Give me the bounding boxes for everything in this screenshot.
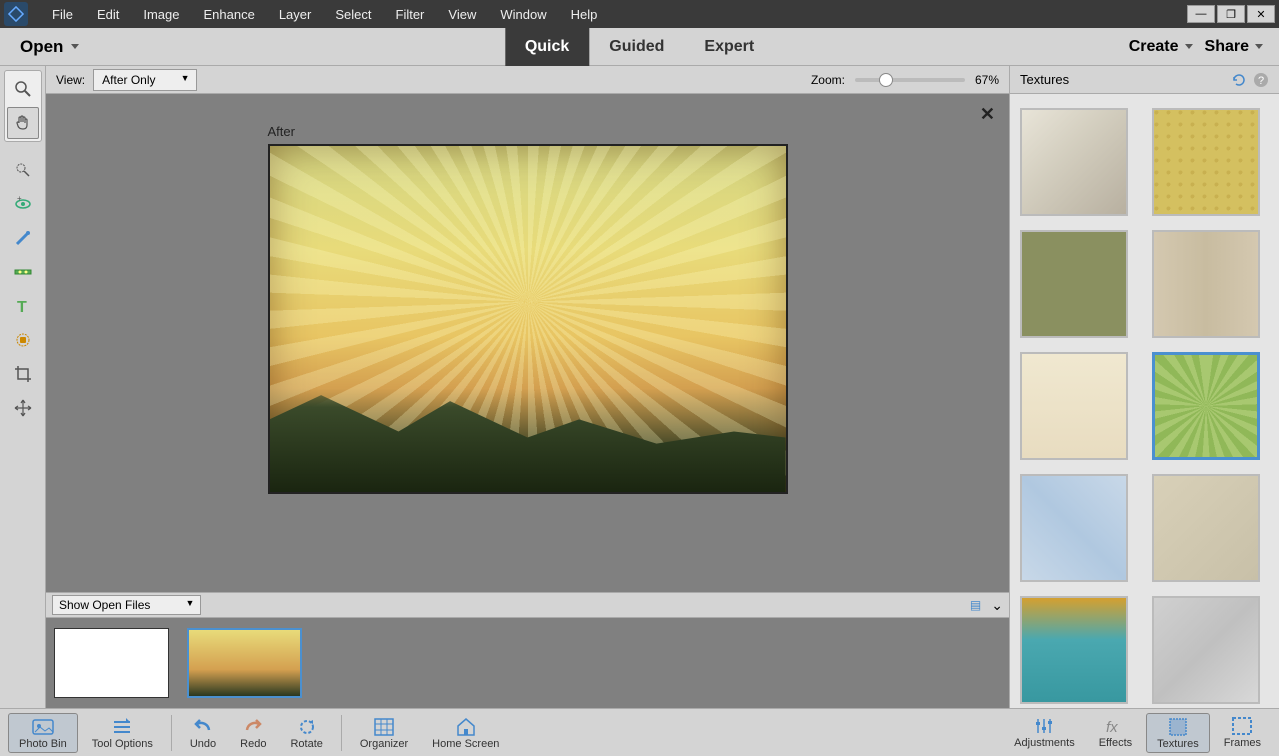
texture-silver-foil[interactable] bbox=[1152, 596, 1260, 704]
redo-button[interactable]: Redo bbox=[230, 714, 276, 752]
chevron-down-icon bbox=[71, 44, 79, 49]
zoom-label: Zoom: bbox=[811, 73, 845, 87]
textures-button[interactable]: Textures bbox=[1146, 713, 1210, 753]
thumbnail-1[interactable] bbox=[54, 628, 169, 698]
menu-image[interactable]: Image bbox=[131, 3, 191, 26]
canvas-toolbar: View: After Only Zoom: 67% bbox=[46, 66, 1009, 94]
close-icon[interactable]: ✕ bbox=[980, 104, 995, 125]
view-dropdown[interactable]: After Only bbox=[93, 69, 196, 91]
menu-enhance[interactable]: Enhance bbox=[192, 3, 267, 26]
panel-title: Textures bbox=[1020, 72, 1069, 87]
quick-select-tool[interactable] bbox=[7, 154, 39, 186]
move-tool[interactable] bbox=[7, 392, 39, 424]
canvas-viewport: ✕ After bbox=[46, 94, 1009, 592]
menu-window[interactable]: Window bbox=[488, 3, 558, 26]
reset-icon[interactable] bbox=[1231, 72, 1247, 88]
tab-expert[interactable]: Expert bbox=[684, 28, 774, 66]
chevron-down-icon bbox=[1185, 44, 1193, 49]
redeye-tool[interactable]: + bbox=[7, 188, 39, 220]
texture-tan-scratched[interactable] bbox=[1152, 474, 1260, 582]
help-icon[interactable]: ? bbox=[1253, 72, 1269, 88]
hand-tool[interactable] bbox=[7, 107, 39, 139]
left-toolbar: + T bbox=[0, 66, 46, 708]
svg-text:+: + bbox=[17, 194, 22, 203]
view-label: View: bbox=[56, 73, 85, 87]
slider-thumb[interactable] bbox=[879, 73, 893, 87]
menubar: FileEditImageEnhanceLayerSelectFilterVie… bbox=[0, 0, 1279, 28]
menu-filter[interactable]: Filter bbox=[384, 3, 437, 26]
texture-peeling-paint[interactable] bbox=[1020, 108, 1128, 216]
modebar: Open Quick Guided Expert Create Share bbox=[0, 28, 1279, 66]
texture-olive-canvas[interactable] bbox=[1020, 230, 1128, 338]
photobin bbox=[46, 618, 1009, 708]
menu-view[interactable]: View bbox=[436, 3, 488, 26]
app-logo-icon bbox=[4, 2, 28, 26]
zoom-slider[interactable] bbox=[855, 78, 965, 82]
tooloptions-button[interactable]: Tool Options bbox=[82, 714, 163, 752]
texture-beige-fabric[interactable] bbox=[1152, 230, 1260, 338]
straighten-tool[interactable] bbox=[7, 256, 39, 288]
texture-yellow-dots[interactable] bbox=[1152, 108, 1260, 216]
svg-text:T: T bbox=[17, 299, 27, 316]
tab-quick[interactable]: Quick bbox=[505, 28, 589, 66]
photobin-bar: Show Open Files ▤ ⌄ bbox=[46, 592, 1009, 618]
menu-help[interactable]: Help bbox=[559, 3, 610, 26]
texture-grid bbox=[1010, 94, 1279, 708]
zoom-value: 67% bbox=[975, 73, 999, 87]
open-button[interactable]: Open bbox=[0, 29, 99, 65]
menu-select[interactable]: Select bbox=[323, 3, 383, 26]
create-button[interactable]: Create bbox=[1129, 38, 1193, 56]
mode-tabs: Quick Guided Expert bbox=[505, 28, 774, 66]
main-area: + T View: After Only Zoom: 67% ✕ After bbox=[0, 66, 1279, 708]
chevron-down-icon[interactable]: ⌄ bbox=[991, 597, 1003, 614]
crop-tool[interactable] bbox=[7, 358, 39, 390]
thumbnail-2[interactable] bbox=[187, 628, 302, 698]
whiten-tool[interactable] bbox=[7, 222, 39, 254]
main-image[interactable] bbox=[268, 144, 788, 494]
organizer-button[interactable]: Organizer bbox=[350, 714, 418, 752]
window-controls: — ❐ ✕ bbox=[1187, 5, 1275, 23]
minimize-button[interactable]: — bbox=[1187, 5, 1215, 23]
texture-blue-weave[interactable] bbox=[1020, 474, 1128, 582]
undo-button[interactable]: Undo bbox=[180, 714, 226, 752]
zoom-tool[interactable] bbox=[7, 73, 39, 105]
rotate-button[interactable]: Rotate bbox=[280, 714, 332, 752]
texture-green-sunburst[interactable] bbox=[1152, 352, 1260, 460]
list-icon[interactable]: ▤ bbox=[970, 598, 981, 612]
menu-layer[interactable]: Layer bbox=[267, 3, 324, 26]
show-files-dropdown[interactable]: Show Open Files bbox=[52, 595, 201, 615]
share-button[interactable]: Share bbox=[1205, 38, 1263, 56]
spot-heal-tool[interactable] bbox=[7, 324, 39, 356]
canvas-area: View: After Only Zoom: 67% ✕ After Show … bbox=[46, 66, 1009, 708]
right-panel: Textures ? bbox=[1009, 66, 1279, 708]
menu-file[interactable]: File bbox=[40, 3, 85, 26]
homescreen-button[interactable]: Home Screen bbox=[422, 714, 509, 752]
menu-edit[interactable]: Edit bbox=[85, 3, 131, 26]
chevron-down-icon bbox=[1255, 44, 1263, 49]
texture-teal-gold[interactable] bbox=[1020, 596, 1128, 704]
panel-header: Textures ? bbox=[1010, 66, 1279, 94]
close-button[interactable]: ✕ bbox=[1247, 5, 1275, 23]
adjustments-button[interactable]: Adjustments bbox=[1004, 713, 1085, 753]
photobin-button[interactable]: Photo Bin bbox=[8, 713, 78, 753]
svg-text:fx: fx bbox=[1106, 719, 1118, 736]
texture-cream-paper[interactable] bbox=[1020, 352, 1128, 460]
bottombar: Photo Bin Tool Options Undo Redo Rotate … bbox=[0, 708, 1279, 756]
frames-button[interactable]: Frames bbox=[1214, 713, 1271, 753]
tab-guided[interactable]: Guided bbox=[589, 28, 684, 66]
text-tool[interactable]: T bbox=[7, 290, 39, 322]
effects-button[interactable]: fx Effects bbox=[1089, 713, 1142, 753]
image-label: After bbox=[268, 124, 295, 139]
maximize-button[interactable]: ❐ bbox=[1217, 5, 1245, 23]
svg-text:?: ? bbox=[1258, 75, 1264, 87]
